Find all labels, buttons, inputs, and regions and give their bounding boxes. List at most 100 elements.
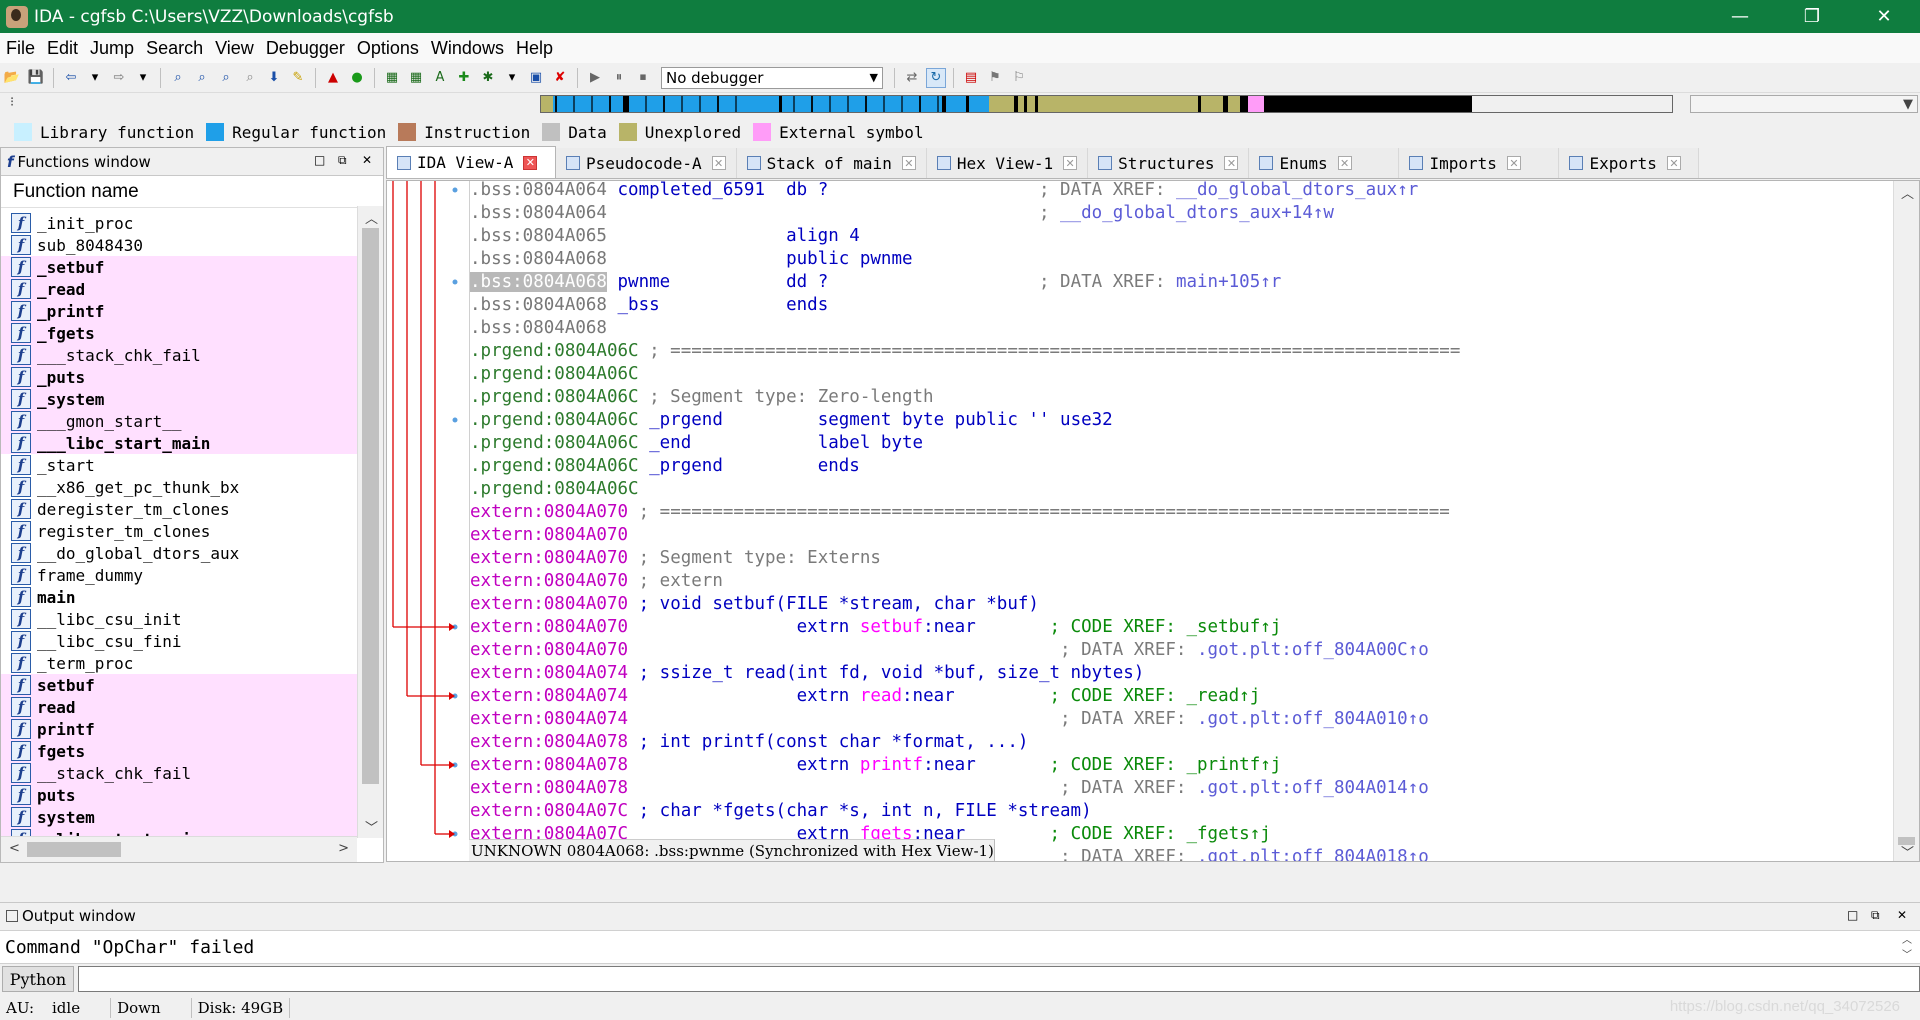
close-tab-icon[interactable]: ✕ bbox=[1506, 156, 1521, 170]
search-binary-icon[interactable]: ⌕ bbox=[168, 68, 188, 88]
function-list-item[interactable]: f _term_proc bbox=[1, 652, 357, 674]
disasm-address[interactable]: .bss:0804A064 bbox=[470, 181, 607, 200]
create-function-icon[interactable]: ▦ bbox=[382, 68, 402, 88]
function-list-item[interactable]: f ___libc_start_main bbox=[1, 432, 357, 454]
mark-icon[interactable]: ✎ bbox=[288, 68, 308, 88]
function-list-item[interactable]: f _setbuf bbox=[1, 256, 357, 278]
function-list-item[interactable]: f ___stack_chk_fail bbox=[1, 344, 357, 366]
disasm-line[interactable]: .bss:0804A068 pwnme dd ? ; DATA XREF: ma… bbox=[470, 271, 1281, 294]
disasm-line[interactable]: .bss:0804A068 bbox=[470, 317, 607, 340]
disasm-address[interactable]: .prgend:0804A06C bbox=[470, 387, 639, 407]
disasm-address[interactable]: .prgend:0804A06C bbox=[470, 456, 639, 476]
xref-text[interactable]: ; CODE XREF: _printf↑j bbox=[1050, 755, 1282, 775]
disasm-address[interactable]: .bss:0804A068 bbox=[470, 249, 607, 269]
disasm-line[interactable]: .prgend:0804A06C bbox=[470, 363, 639, 386]
menu-options[interactable]: Options bbox=[351, 38, 425, 59]
close-tab-icon[interactable]: ✕ bbox=[523, 155, 538, 170]
function-list-item[interactable]: f _read bbox=[1, 278, 357, 300]
disasm-address[interactable]: extern:0804A078 bbox=[470, 755, 628, 775]
disasm-label[interactable]: _bss bbox=[607, 295, 786, 315]
close-icon[interactable]: ✕ bbox=[1897, 908, 1907, 922]
function-list-item[interactable]: f read bbox=[1, 696, 357, 718]
function-list-item[interactable]: f _start bbox=[1, 454, 357, 476]
disasm-address[interactable]: extern:0804A070 bbox=[470, 617, 628, 637]
disasm-line[interactable]: extern:0804A070 bbox=[470, 524, 628, 547]
maximize-icon[interactable]: □ bbox=[314, 153, 325, 167]
disasm-address[interactable]: .bss:0804A068 bbox=[470, 318, 607, 338]
ida-view-a-disassembly[interactable]: .bss:0804A064 completed_6591 db ? ; DATA… bbox=[386, 180, 1920, 862]
menu-debugger[interactable]: Debugger bbox=[260, 38, 351, 59]
maximize-icon[interactable]: □ bbox=[1847, 908, 1858, 922]
disasm-label[interactable]: _end bbox=[639, 433, 818, 453]
scroll-thumb[interactable] bbox=[362, 228, 379, 784]
disasm-line[interactable]: .bss:0804A068 public pwnme bbox=[470, 248, 913, 271]
xref-text[interactable]: ; CODE XREF: _read↑j bbox=[1050, 686, 1261, 706]
open-icon[interactable]: 📂 bbox=[2, 68, 22, 88]
disasm-address[interactable]: extern:0804A07C bbox=[470, 801, 628, 821]
xref-text[interactable]: .got.plt:off_804A018↑o bbox=[1197, 847, 1429, 861]
disasm-line[interactable]: .prgend:0804A06C ; =====================… bbox=[470, 340, 1460, 363]
disasm-line[interactable]: .bss:0804A068 _bss ends bbox=[470, 294, 828, 317]
disassembly-vertical-scrollbar[interactable]: ︿ ﹀ bbox=[1893, 181, 1919, 861]
disasm-address[interactable]: extern:0804A070 bbox=[470, 525, 628, 545]
disasm-address[interactable]: extern:0804A070 bbox=[470, 571, 628, 591]
function-list-item[interactable]: f __libc_csu_init bbox=[1, 608, 357, 630]
function-list-item[interactable]: f __stack_chk_fail bbox=[1, 762, 357, 784]
close-tab-icon[interactable]: ✕ bbox=[711, 156, 726, 170]
disasm-line[interactable]: .prgend:0804A06C ; Segment type: Zero-le… bbox=[470, 386, 934, 409]
functions-horizontal-scrollbar[interactable]: < > bbox=[1, 836, 357, 862]
disasm-line[interactable]: extern:0804A074 ; ssize_t read(int fd, v… bbox=[470, 662, 1144, 685]
function-list-item[interactable]: f _system bbox=[1, 388, 357, 410]
disasm-address[interactable]: .prgend:0804A06C bbox=[470, 410, 639, 430]
function-list-item[interactable]: f ___gmon_start__ bbox=[1, 410, 357, 432]
python-language-button[interactable]: Python bbox=[2, 966, 74, 992]
jump-down-icon[interactable]: ⬇ bbox=[264, 68, 284, 88]
disasm-line[interactable]: extern:0804A078 ; DATA XREF: .got.plt:of… bbox=[470, 777, 1429, 800]
menu-search[interactable]: Search bbox=[140, 38, 209, 59]
function-list-item[interactable]: f deregister_tm_clones bbox=[1, 498, 357, 520]
forward-icon[interactable]: ⇨ bbox=[109, 68, 129, 88]
navigation-dropdown[interactable]: ▼ bbox=[1690, 95, 1918, 113]
graph-icon[interactable]: ▲ bbox=[323, 68, 343, 88]
minimize-button[interactable]: — bbox=[1704, 0, 1776, 33]
function-list-item[interactable]: f setbuf bbox=[1, 674, 357, 696]
disasm-line[interactable]: .prgend:0804A06C _prgend ends bbox=[470, 455, 860, 478]
scroll-right-icon[interactable]: > bbox=[338, 841, 349, 856]
function-list-item[interactable]: f _init_proc bbox=[1, 212, 357, 234]
xref-text[interactable]: .got.plt:off_804A014↑o bbox=[1197, 778, 1429, 798]
scroll-up-icon[interactable]: ︿ bbox=[1901, 183, 1914, 202]
disasm-address[interactable]: .prgend:0804A06C bbox=[470, 433, 639, 453]
disasm-address[interactable]: extern:0804A074 bbox=[470, 709, 628, 729]
patch-icon[interactable]: ✱ bbox=[478, 68, 498, 88]
disasm-address[interactable]: extern:0804A074 bbox=[470, 686, 628, 706]
disasm-line[interactable]: extern:0804A070 ; DATA XREF: .got.plt:of… bbox=[470, 639, 1429, 662]
xref-text[interactable]: ; CODE XREF: _fgets↑j bbox=[1050, 824, 1271, 844]
search-text-icon[interactable]: ⌕ bbox=[192, 68, 212, 88]
navigation-strip[interactable] bbox=[540, 95, 1673, 113]
tab-enums[interactable]: Enums ✕ bbox=[1249, 148, 1400, 178]
disasm-label[interactable]: pwnme bbox=[607, 272, 786, 292]
scroll-thumb[interactable] bbox=[27, 842, 121, 857]
add-icon[interactable]: ✚ bbox=[454, 68, 474, 88]
menu-jump[interactable]: Jump bbox=[84, 38, 140, 59]
close-tab-icon[interactable]: ✕ bbox=[1337, 156, 1352, 170]
xref-text[interactable]: main+105↑r bbox=[1176, 272, 1281, 292]
xref-text[interactable]: __do_global_dtors_aux+14↑w bbox=[1060, 203, 1334, 223]
scroll-down-icon[interactable]: ﹀ bbox=[365, 817, 378, 836]
tab-stack-of-main[interactable]: Stack of main ✕ bbox=[736, 148, 927, 178]
disasm-address[interactable]: extern:0804A074 bbox=[470, 663, 628, 683]
disasm-address[interactable]: .bss:0804A068 bbox=[470, 295, 607, 315]
import-name[interactable]: read bbox=[860, 686, 902, 706]
xref-text[interactable]: .got.plt:off_804A00C↑o bbox=[1197, 640, 1429, 660]
disasm-address[interactable]: .prgend:0804A06C bbox=[470, 479, 639, 499]
function-list-item[interactable]: f __do_global_dtors_aux bbox=[1, 542, 357, 564]
clear-trace-icon[interactable]: ⚐ bbox=[1009, 68, 1029, 88]
function-list-item[interactable]: f _puts bbox=[1, 366, 357, 388]
disasm-line[interactable]: .bss:0804A064 completed_6591 db ? ; DATA… bbox=[470, 181, 1418, 202]
function-list-item[interactable]: f main bbox=[1, 586, 357, 608]
disasm-address[interactable]: extern:0804A078 bbox=[470, 732, 628, 752]
pause-icon[interactable]: ⏸ bbox=[609, 68, 629, 88]
disasm-label[interactable]: _prgend bbox=[639, 410, 818, 430]
function-list-item[interactable]: f __libc_csu_fini bbox=[1, 630, 357, 652]
function-list-item[interactable]: f fgets bbox=[1, 740, 357, 762]
